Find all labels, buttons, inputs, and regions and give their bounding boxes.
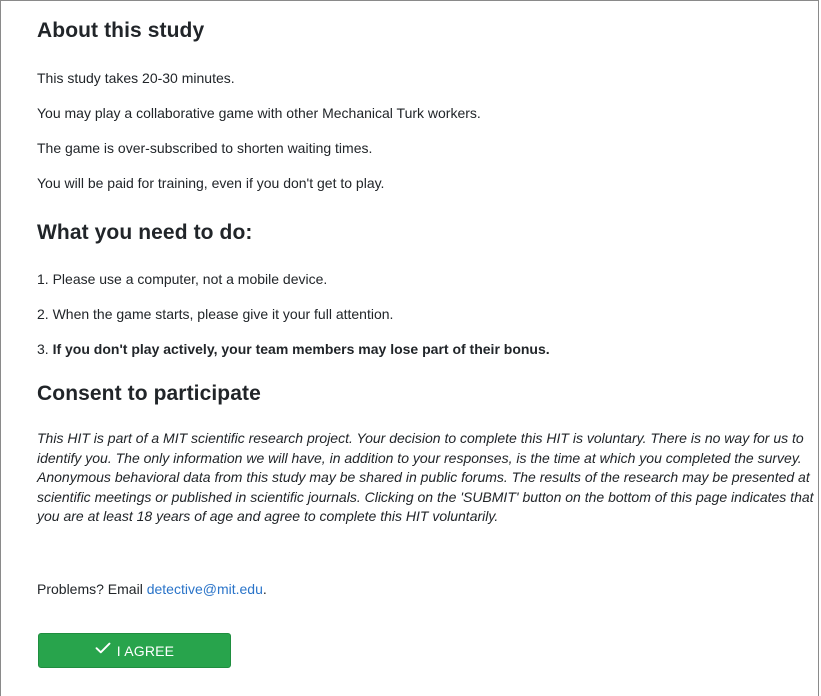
check-icon — [95, 633, 111, 666]
todo-item-number: 2. — [37, 306, 49, 322]
agree-button[interactable]: I AGREE — [38, 633, 231, 668]
about-line: This study takes 20-30 minutes. — [37, 70, 235, 86]
todo-item-text: If you don't play actively, your team me… — [52, 341, 550, 357]
problems-line: Problems? Email detective@mit.edu. — [37, 580, 267, 598]
todo-item-number: 1. — [37, 271, 49, 287]
about-heading: About this study — [37, 19, 205, 42]
todo-item-text: When the game starts, please give it you… — [52, 306, 394, 322]
todo-item-text: Please use a computer, not a mobile devi… — [52, 271, 328, 287]
about-line: You will be paid for training, even if y… — [37, 175, 385, 191]
todo-item-number: 3. — [37, 341, 49, 357]
about-line: You may play a collaborative game with o… — [37, 105, 481, 121]
todo-item: 3. If you don't play actively, your team… — [37, 340, 550, 358]
todo-heading: What you need to do: — [37, 221, 253, 244]
agree-button-label: I AGREE — [116, 642, 175, 659]
email-link[interactable]: detective@mit.edu — [147, 581, 263, 597]
consent-heading: Consent to participate — [37, 382, 261, 405]
consent-text: This HIT is part of a MIT scientific res… — [37, 430, 814, 524]
problems-prefix: Problems? Email — [37, 581, 147, 597]
about-line: The game is over-subscribed to shorten w… — [37, 140, 373, 156]
todo-item: 2. When the game starts, please give it … — [37, 305, 393, 323]
todo-item: 1. Please use a computer, not a mobile d… — [37, 270, 327, 288]
problems-suffix: . — [262, 581, 267, 597]
